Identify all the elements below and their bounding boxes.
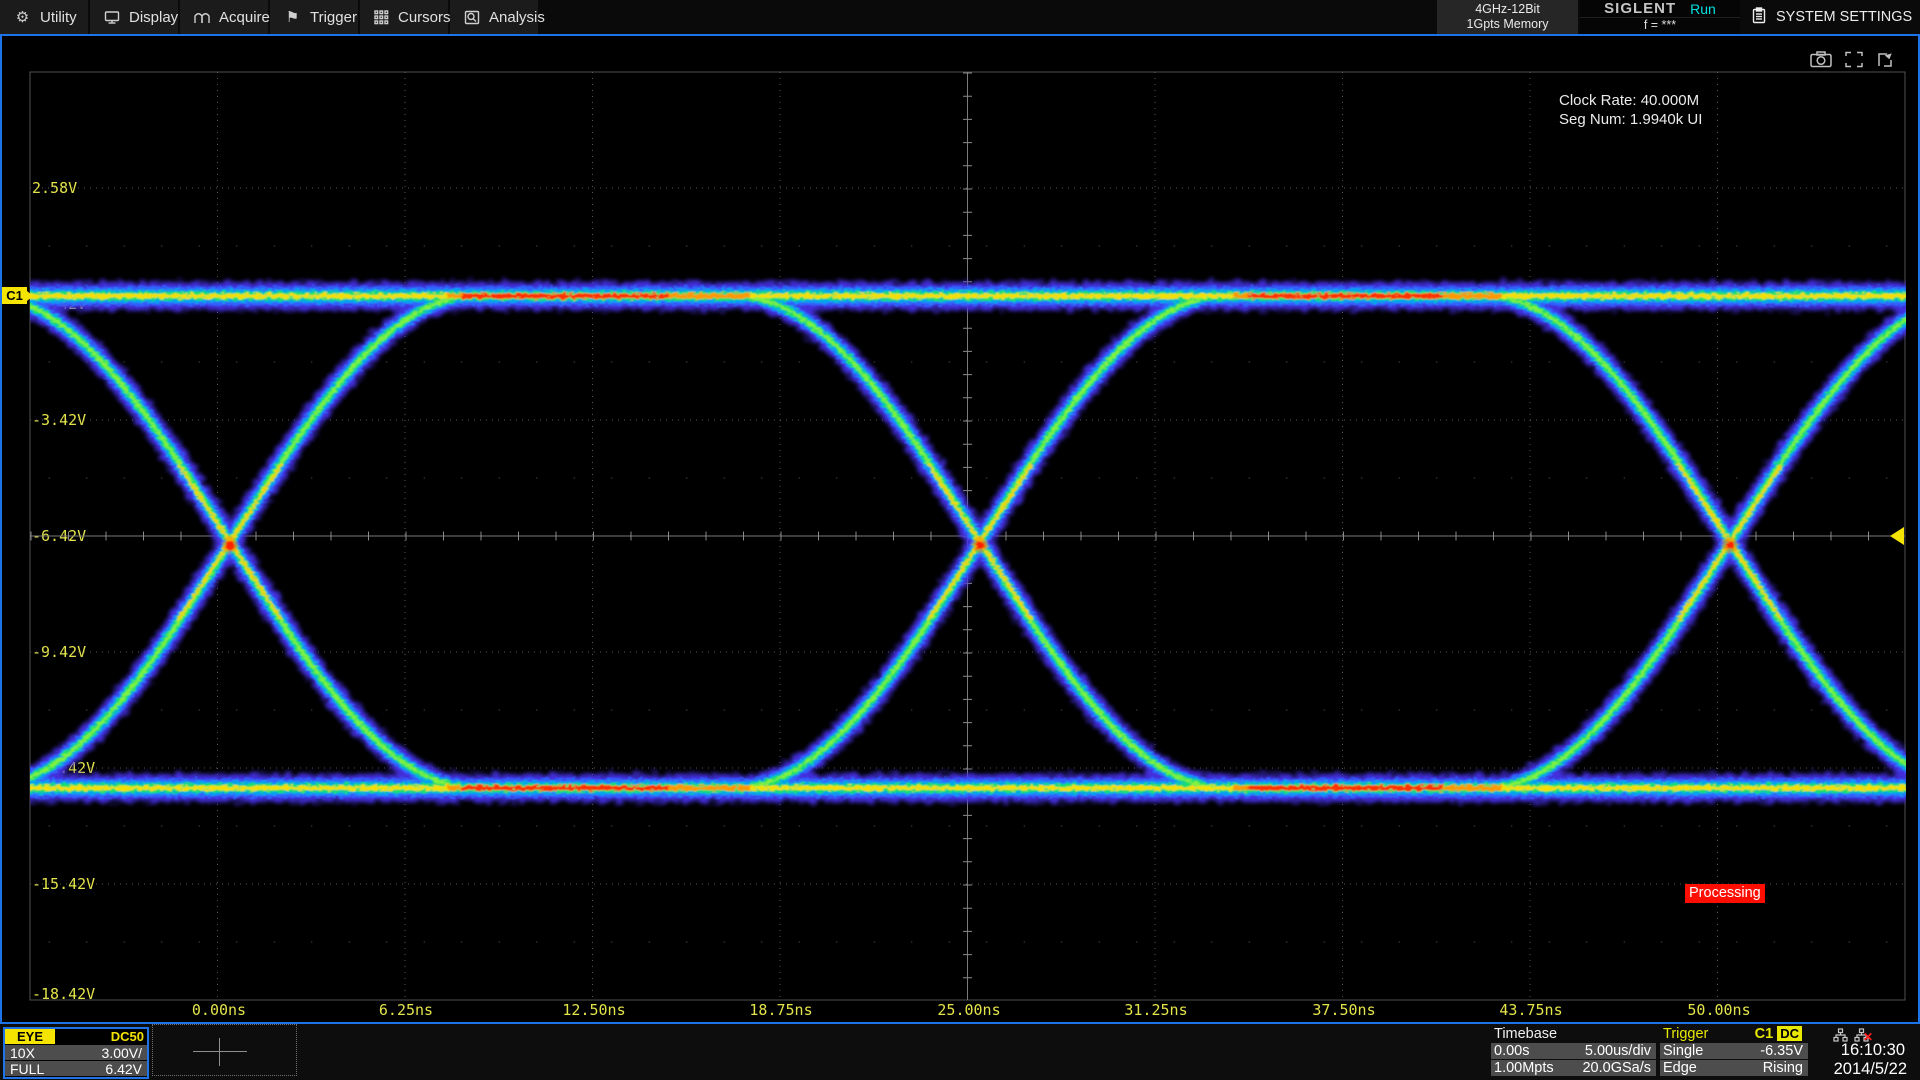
trigger-panel[interactable]: Trigger C1 DC Single -6.35V Edge Rising: [1660, 1026, 1808, 1076]
probe-attenuation: 10X: [10, 1045, 35, 1061]
display-icon: [104, 9, 120, 26]
clipboard-icon: [1752, 7, 1766, 28]
menu-label: Display: [129, 9, 178, 26]
trigger-coupling-badge: DC: [1777, 1026, 1802, 1041]
menu-utility[interactable]: ⚙ Utility: [0, 0, 88, 34]
clock-area: ✕ 16:10:30 2014/5/22: [1815, 1024, 1915, 1080]
timebase-title: Timebase: [1494, 1026, 1557, 1042]
frequency-counter: f = ***: [1580, 18, 1740, 33]
timebase-delay: 0.00s: [1494, 1043, 1529, 1059]
run-state-indicator[interactable]: Run: [1690, 1, 1716, 17]
clock-rate-readout: Clock Rate: 40.000M: [1559, 91, 1702, 110]
menu-label: Trigger: [310, 9, 357, 26]
eye-trace: [0, 296, 1920, 788]
menu-display[interactable]: Display: [90, 0, 178, 34]
trigger-source: C1: [1755, 1026, 1774, 1042]
timebase-scale: 5.00us/div: [1585, 1043, 1651, 1059]
menu-acquire[interactable]: Acquire: [180, 0, 268, 34]
screenshot-camera-icon[interactable]: [1810, 51, 1832, 73]
trigger-slope: Rising: [1763, 1060, 1803, 1076]
memory-spec: 1Gpts Memory: [1467, 17, 1549, 32]
channel-coupling: DC50: [111, 1029, 144, 1044]
channel1-offset-marker[interactable]: C1: [2, 287, 27, 304]
acquire-icon: [194, 9, 210, 26]
segment-count-readout: Seg Num: 1.9940k UI: [1559, 110, 1702, 129]
menu-label: Cursors: [398, 9, 451, 26]
add-channel-slot[interactable]: [152, 1024, 297, 1076]
gear-icon: ⚙: [14, 9, 31, 26]
oscilloscope-screen: 2.58V -0.42V -3.42V -6.42V -9.42V -12.42…: [0, 0, 1920, 1080]
menu-trigger[interactable]: ⚑ Trigger: [270, 0, 358, 34]
system-settings-button[interactable]: SYSTEM SETTINGS: [1752, 0, 1920, 34]
flag-icon: ⚑: [284, 9, 301, 26]
eye-measurement-info: Clock Rate: 40.000M Seg Num: 1.9940k UI: [1559, 91, 1702, 129]
status-bar: EYE DC50 10X 3.00V/ FULL 6.42V Timebase …: [0, 1024, 1920, 1080]
trigger-type: Edge: [1663, 1060, 1697, 1076]
channel-descriptor-box[interactable]: EYE DC50 10X 3.00V/ FULL 6.42V: [3, 1027, 149, 1079]
trigger-level-marker[interactable]: [1890, 527, 1904, 545]
timebase-panel[interactable]: Timebase 0.00s 5.00us/div 1.00Mpts 20.0G…: [1491, 1026, 1656, 1076]
menu-label: Analysis: [489, 9, 545, 26]
trigger-level: -6.35V: [1760, 1043, 1803, 1059]
processing-status-badge: Processing: [1685, 884, 1765, 903]
memory-points: 1.00Mpts: [1494, 1060, 1554, 1076]
system-settings-label: SYSTEM SETTINGS: [1776, 9, 1912, 25]
menu-analysis[interactable]: Analysis: [450, 0, 538, 34]
sample-rate: 20.0GSa/s: [1582, 1060, 1651, 1076]
menu-label: Utility: [40, 9, 77, 26]
channel-name-badge: EYE: [5, 1029, 55, 1044]
cursors-grid-icon: [374, 9, 389, 26]
siglent-logo: SIGLENT: [1604, 0, 1676, 17]
crosshair-icon: [219, 1038, 220, 1066]
trigger-title: Trigger: [1663, 1026, 1708, 1042]
menu-label: Acquire: [219, 9, 270, 26]
top-menu-bar: ⚙ Utility Display Acquire ⚑ Trigger: [0, 0, 1920, 34]
system-time[interactable]: 16:10:30: [1841, 1041, 1905, 1060]
bandwidth-spec: 4GHz-12Bit: [1475, 2, 1540, 17]
analysis-icon: [464, 9, 480, 26]
window-move-icon[interactable]: [1876, 51, 1894, 73]
hardware-spec-box: 4GHz-12Bit 1Gpts Memory: [1437, 0, 1578, 34]
crosshair-icon: [193, 1051, 247, 1052]
trigger-mode: Single: [1663, 1043, 1703, 1059]
eye-diagram-plot: [0, 0, 1920, 1080]
vertical-scale: 3.00V/: [102, 1045, 142, 1061]
brand-status-box: SIGLENT Run f = ***: [1580, 0, 1740, 34]
system-date[interactable]: 2014/5/22: [1834, 1060, 1907, 1079]
menu-cursors[interactable]: Cursors: [360, 0, 448, 34]
fullscreen-icon[interactable]: [1845, 51, 1863, 73]
bandwidth-limit: FULL: [10, 1061, 44, 1077]
vertical-offset: 6.42V: [105, 1061, 142, 1077]
